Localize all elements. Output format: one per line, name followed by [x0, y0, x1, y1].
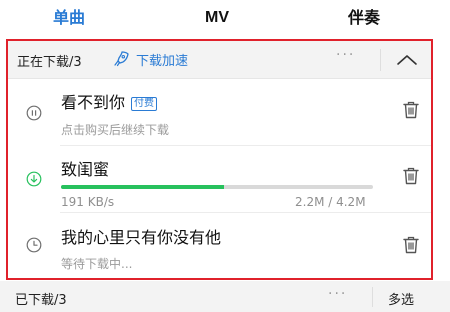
- download-progress-bar: [61, 185, 373, 189]
- speed-up-label: 下载加速: [136, 53, 189, 69]
- more-options-button[interactable]: ···: [336, 47, 355, 63]
- multi-select-button[interactable]: 多选: [388, 289, 414, 308]
- footer-divider: [372, 287, 373, 307]
- rocket-icon: [114, 51, 129, 67]
- tab-mv[interactable]: MV: [205, 8, 229, 28]
- tab-accompaniment[interactable]: 伴奏: [348, 8, 380, 28]
- trash-icon[interactable]: [402, 166, 420, 186]
- downloading-panel: 正在下载/3 下载加速 ··· 看不到你 付费 点击购买后继续下载 致闺蜜 19…: [6, 39, 433, 280]
- download-icon[interactable]: [26, 171, 42, 187]
- pause-icon[interactable]: [26, 105, 42, 121]
- item-status: 等待下载中...: [61, 257, 133, 271]
- tab-bar: 单曲 MV 伴奏: [0, 0, 450, 38]
- downloading-header: 正在下载/3 下载加速 ···: [8, 41, 431, 79]
- more-options-button[interactable]: ···: [328, 286, 347, 302]
- item-status[interactable]: 点击购买后继续下载: [61, 121, 169, 138]
- trash-icon[interactable]: [402, 235, 420, 255]
- download-speed: 191 KB/s: [61, 195, 115, 209]
- song-title: 致闺蜜: [61, 160, 110, 179]
- download-item[interactable]: 我的心里只有你没有他 等待下载中...: [8, 213, 431, 278]
- download-size: 2.2M / 4.2M: [295, 195, 366, 209]
- downloaded-header: 已下载/3 ··· 多选: [0, 281, 450, 312]
- song-title: 我的心里只有你没有他: [61, 228, 222, 247]
- downloading-count-title: 正在下载/3: [17, 55, 82, 70]
- download-item[interactable]: 看不到你 付费 点击购买后继续下载: [8, 79, 431, 146]
- tab-single[interactable]: 单曲: [53, 8, 85, 28]
- chevron-up-icon[interactable]: [396, 53, 418, 67]
- trash-icon[interactable]: [402, 100, 420, 120]
- download-item[interactable]: 致闺蜜 191 KB/s 2.2M / 4.2M: [8, 146, 431, 213]
- song-title: 看不到你 付费: [61, 89, 158, 113]
- paid-badge: 付费: [131, 96, 158, 111]
- song-title-text: 看不到你: [61, 93, 126, 112]
- speed-up-button[interactable]: 下载加速: [112, 49, 188, 69]
- header-divider: [380, 49, 381, 71]
- downloaded-count-title: 已下载/3: [15, 293, 67, 308]
- download-progress-fill: [61, 185, 225, 189]
- clock-icon[interactable]: [26, 237, 42, 253]
